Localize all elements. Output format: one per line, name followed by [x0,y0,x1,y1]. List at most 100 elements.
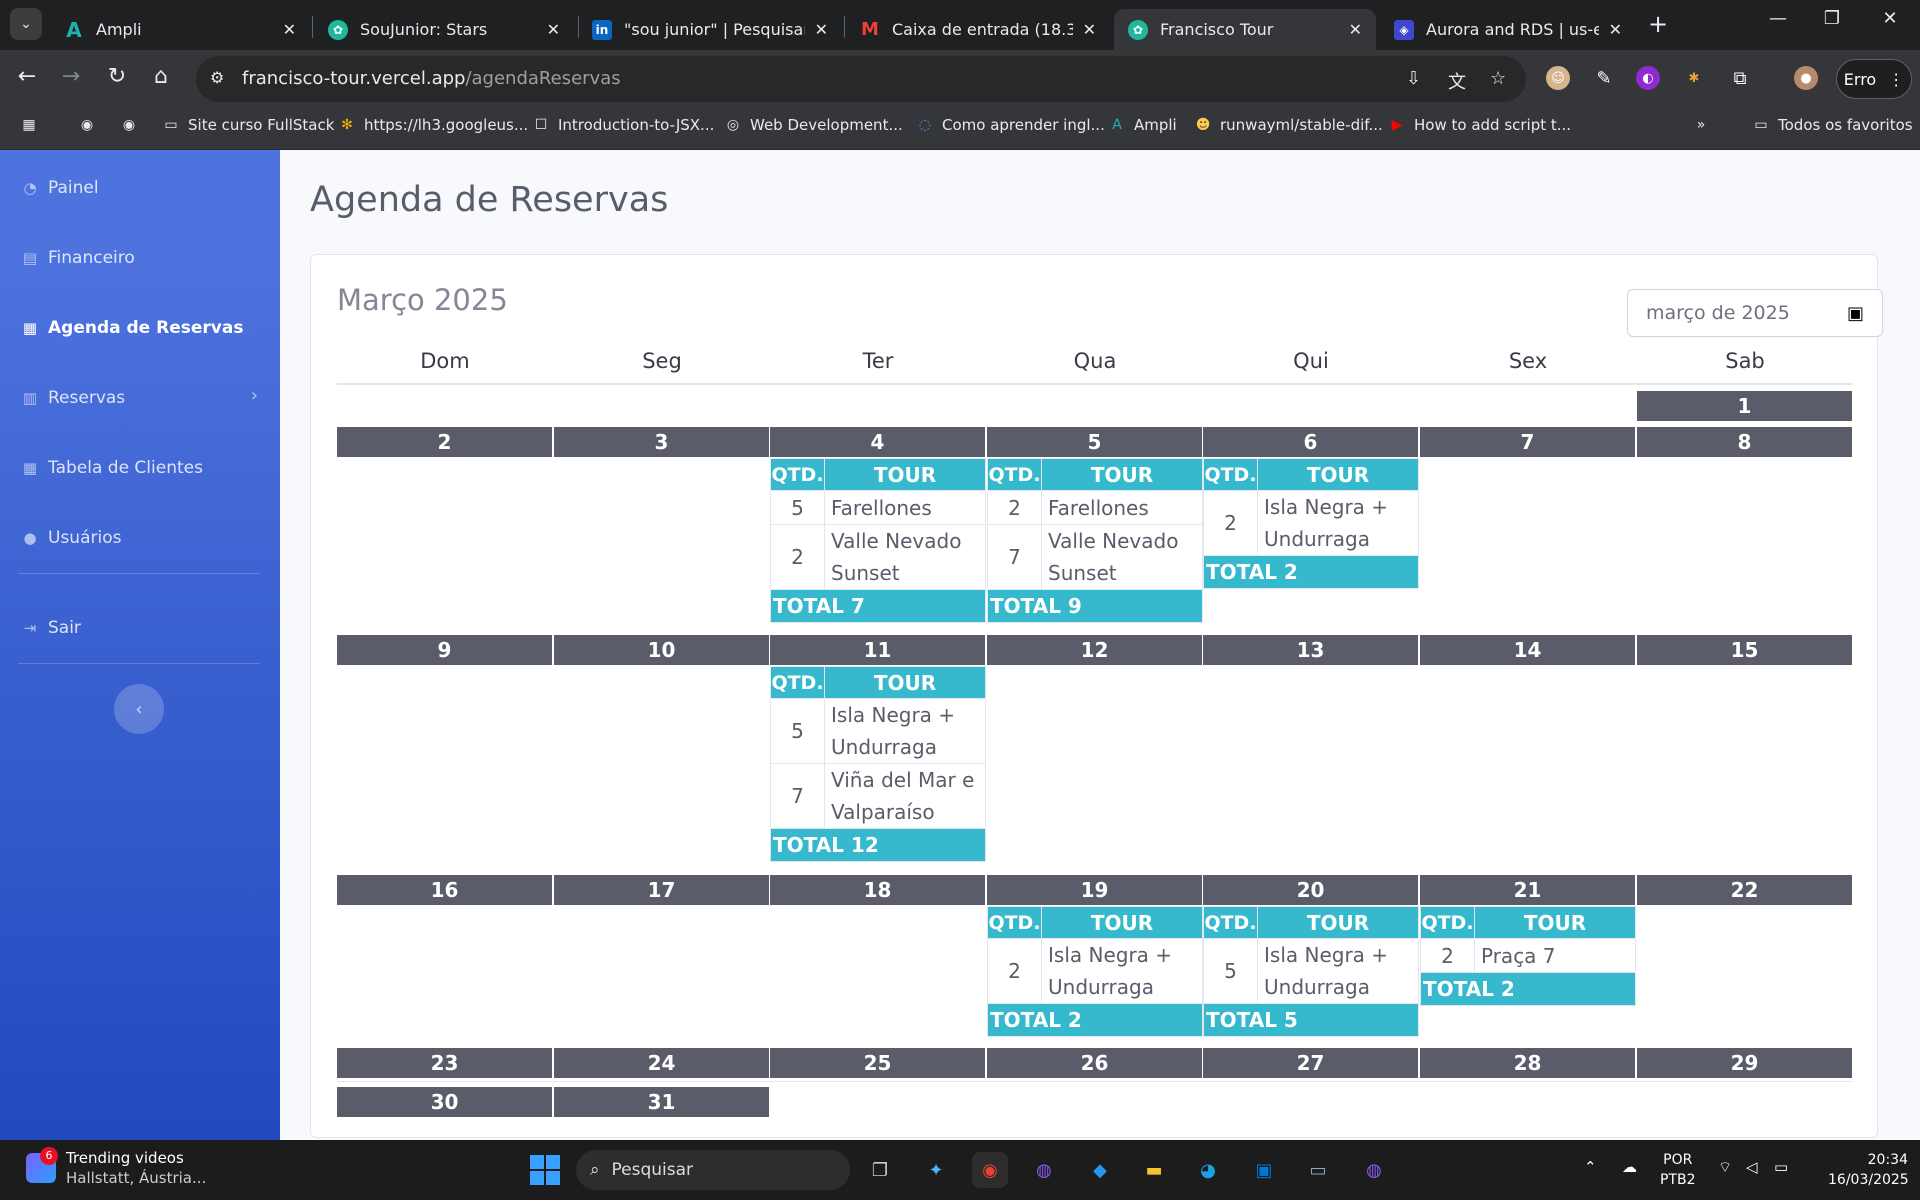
day-number[interactable]: 13 [1203,635,1418,665]
reload-icon[interactable]: ↻ [102,64,132,89]
tab-ampli[interactable]: A Ampli ✕ [50,9,310,50]
system-clock[interactable]: 20:34 16/03/2025 [1828,1150,1909,1190]
day-number[interactable]: 11 [770,635,985,665]
wifi-icon[interactable]: ⌔ [1718,1158,1732,1177]
bookmark-item[interactable]: ☐ Introduction-to-JSX... [532,116,715,134]
sidebar-toggle-button[interactable]: ‹ [114,684,164,734]
onedrive-icon[interactable]: ☁ [1622,1158,1637,1176]
volume-icon[interactable]: ◁ [1746,1158,1758,1176]
day-number[interactable]: 24 [554,1048,769,1078]
tab-close-icon[interactable]: ✕ [1609,20,1622,39]
bookmark-item[interactable]: A Ampli [1108,116,1177,134]
forward-icon[interactable]: → [56,64,86,89]
day-number[interactable]: 28 [1420,1048,1635,1078]
docker-icon[interactable]: ◆ [1082,1152,1118,1188]
extension-purple-icon[interactable]: ◐ [1636,66,1660,90]
day-number[interactable]: 9 [337,635,552,665]
tab-close-icon[interactable]: ✕ [815,20,828,39]
booking-row[interactable]: 2 Isla Negra + Undurraga [1203,490,1419,556]
start-button[interactable] [530,1155,560,1185]
day-number[interactable]: 31 [554,1087,769,1117]
tab-soujunior[interactable]: ✿ SouJunior: Stars ✕ [314,9,574,50]
tab-aws[interactable]: ◈ Aurora and RDS | us-east- ✕ [1380,9,1636,50]
day-number[interactable]: 8 [1637,427,1852,457]
chevron-right-icon[interactable]: › [251,385,258,406]
day-number[interactable]: 26 [987,1048,1202,1078]
bookmark-item[interactable]: ✻ https://lh3.googleus... [338,116,528,134]
booking-row[interactable]: 7 Valle Nevado Sunset [987,524,1203,590]
copilot-icon[interactable]: ✦ [918,1152,954,1188]
edge-icon[interactable]: ◕ [1190,1152,1226,1188]
taskbar-search[interactable]: ⌕ Pesquisar [576,1150,850,1190]
bookmark-item[interactable]: ☻ runwayml/stable-dif... [1194,116,1383,134]
day-number[interactable]: 20 [1203,875,1418,905]
tab-francisco-tour[interactable]: ✿ Francisco Tour ✕ [1114,9,1376,50]
close-window-icon[interactable]: ✕ [1870,8,1910,29]
tab-close-icon[interactable]: ✕ [283,20,296,39]
language-indicator[interactable]: POR PTB2 [1660,1150,1696,1190]
day-number[interactable]: 27 [1203,1048,1418,1078]
url-text[interactable]: francisco-tour.vercel.app/agendaReservas [242,68,621,89]
day-number[interactable]: 4 [770,427,985,457]
day-number[interactable]: 15 [1637,635,1852,665]
booking-row[interactable]: 2 Isla Negra + Undurraga [987,938,1203,1004]
bookmark-item[interactable]: ▶ How to add script t... [1388,116,1571,134]
profile-avatar[interactable]: ● [1794,66,1818,90]
translate-icon[interactable]: 文 [1448,68,1466,94]
address-bar[interactable]: ⚙ francisco-tour.vercel.app/agendaReserv… [196,56,1526,102]
extension-avatar-icon[interactable]: ☺ [1546,66,1570,90]
task-view-icon[interactable]: ❐ [862,1152,898,1188]
tab-close-icon[interactable]: ✕ [1349,20,1362,39]
booking-row[interactable]: 5 Isla Negra + Undurraga [770,698,986,764]
day-number[interactable]: 18 [770,875,985,905]
remote-desktop-icon[interactable]: ▭ [1300,1152,1336,1188]
restore-icon[interactable]: ❐ [1812,8,1852,29]
calendar-icon[interactable]: ▣ [1847,303,1864,324]
booking-row[interactable]: 2 Praça 7 [1420,938,1636,973]
chrome-icon[interactable]: ◉ [972,1152,1008,1188]
day-number[interactable]: 12 [987,635,1202,665]
day-number[interactable]: 17 [554,875,769,905]
day-number[interactable]: 6 [1203,427,1418,457]
day-number[interactable]: 5 [987,427,1202,457]
day-number[interactable]: 21 [1420,875,1635,905]
store-icon[interactable]: ▣ [1246,1152,1282,1188]
booking-row[interactable]: 5 Farellones [770,490,986,525]
sidebar-item-reservas[interactable]: ▥ Reservas [20,383,125,413]
tor-browser-icon[interactable]: ◍ [1026,1152,1062,1188]
day-number[interactable]: 3 [554,427,769,457]
minimize-icon[interactable]: — [1758,8,1798,29]
day-number[interactable]: 23 [337,1048,552,1078]
tor-browser-icon[interactable]: ◍ [1356,1152,1392,1188]
sidebar-item-painel[interactable]: ◔ Painel [20,173,98,203]
booking-row[interactable]: 2 Farellones [987,490,1203,525]
day-number[interactable]: 29 [1637,1048,1852,1078]
home-icon[interactable]: ⌂ [146,64,176,89]
all-bookmarks-folder[interactable]: ▭ Todos os favoritos [1752,116,1912,134]
more-bookmarks-icon[interactable]: » [1692,116,1710,134]
new-tab-icon[interactable]: + [1648,10,1668,38]
day-number[interactable]: 1 [1637,391,1852,421]
day-number[interactable]: 2 [337,427,552,457]
globe-icon[interactable]: ◉ [120,116,138,134]
extensions-puzzle-icon[interactable]: ⧉ [1728,66,1752,90]
tab-linkedin[interactable]: in "sou junior" | Pesquisar | Li ✕ [578,9,842,50]
battery-icon[interactable]: ▭ [1774,1158,1788,1176]
tab-search-button[interactable]: ⌄ [10,8,42,40]
day-number[interactable]: 7 [1420,427,1635,457]
tab-gmail[interactable]: M Caixa de entrada (18.346) - ✕ [846,9,1110,50]
install-app-icon[interactable]: ⇩ [1406,68,1421,89]
bookmark-item[interactable]: ◎ Web Development... [724,116,903,134]
sidebar-item-financeiro[interactable]: ▤ Financeiro [20,243,135,273]
sidebar-item-clientes[interactable]: ▦ Tabela de Clientes [20,453,203,483]
widgets-button[interactable]: 6 Trending videos Hallstatt, Áustria... [26,1147,206,1188]
booking-row[interactable]: 2 Valle Nevado Sunset [770,524,986,590]
color-picker-icon[interactable]: ✎ [1592,66,1616,90]
day-number[interactable]: 25 [770,1048,985,1078]
sidebar-item-usuarios[interactable]: ● Usuários [20,523,121,553]
extension-bug-icon[interactable]: ✱ [1682,66,1706,90]
bookmark-star-icon[interactable]: ☆ [1490,68,1506,89]
booking-row[interactable]: 7 Viña del Mar e Valparaíso [770,763,986,829]
day-number[interactable]: 16 [337,875,552,905]
tab-close-icon[interactable]: ✕ [547,20,560,39]
